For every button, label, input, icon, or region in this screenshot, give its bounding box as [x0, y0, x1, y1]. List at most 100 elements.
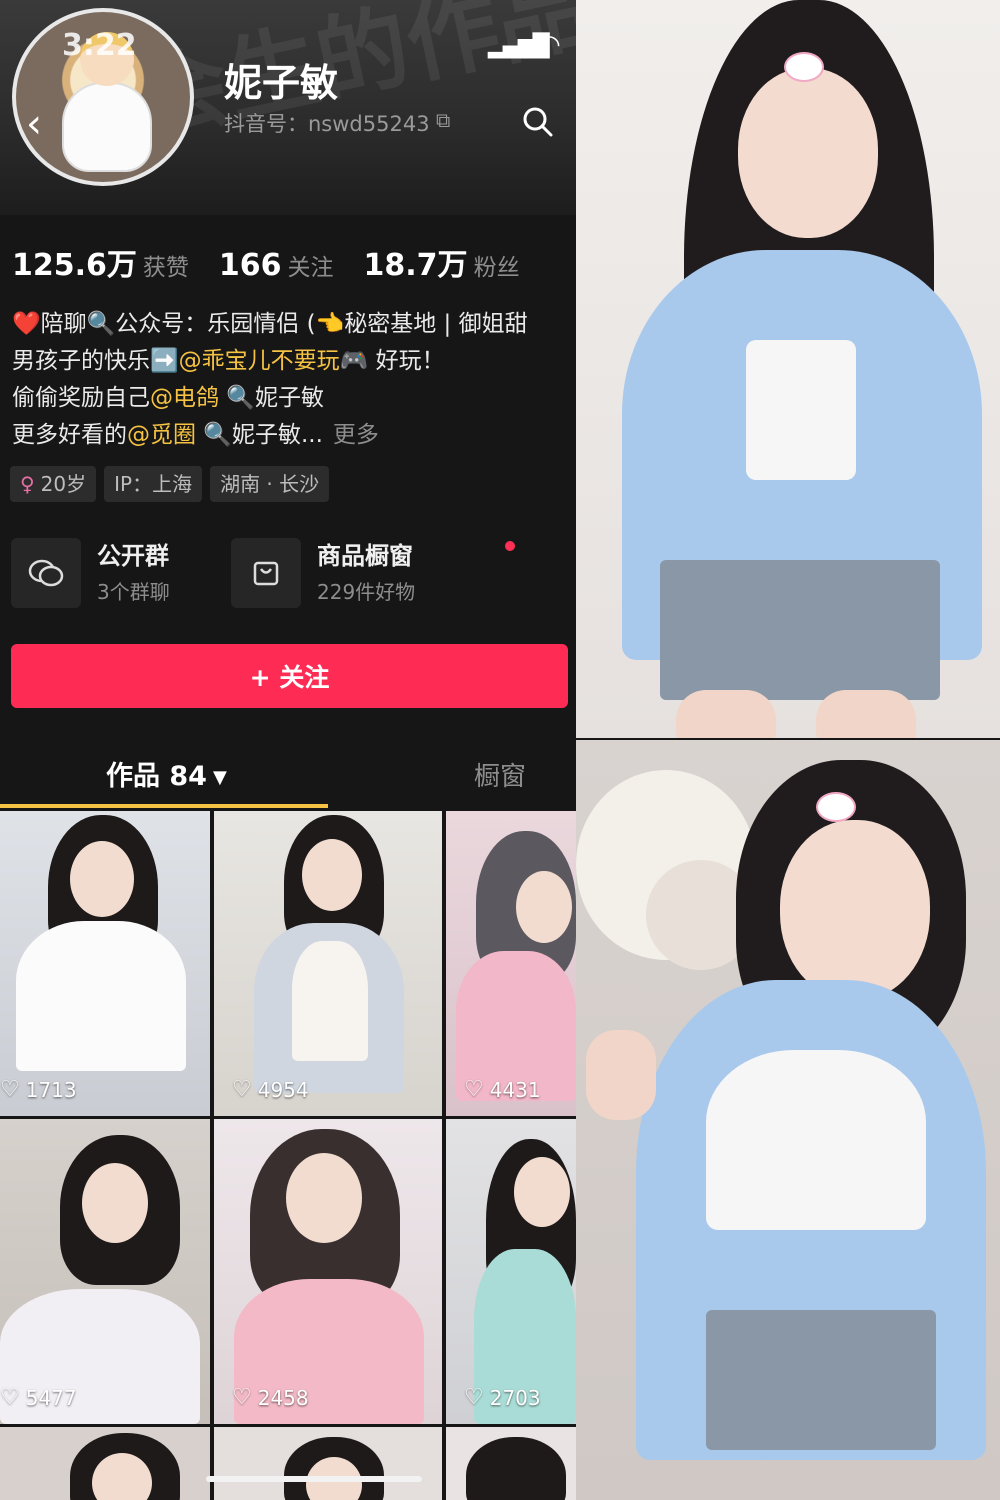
tab-active-indicator [0, 804, 328, 808]
wifi-icon: ◠ [538, 30, 561, 60]
thumbnail-figure [82, 1163, 148, 1243]
video-thumbnail[interactable]: ♡ 1713 [0, 811, 210, 1116]
photo-bottom [576, 740, 1000, 1500]
bio-line-1: ❤️陪聊🔍公众号：乐园情侣 (👈秘密基地 | 御姐甜 [12, 311, 528, 337]
heart-icon: ♡ [464, 1385, 484, 1410]
group-chat-icon [11, 538, 81, 608]
tab-works-label: 作品 84 [106, 761, 207, 792]
shopping-bag-icon [231, 538, 301, 608]
video-thumbnail[interactable] [214, 1427, 442, 1500]
bio-line-3: 偷偷奖励自己@电鸽 🔍妮子敏 [12, 380, 576, 417]
photo-figure [660, 560, 940, 700]
video-thumbnail[interactable] [446, 1427, 576, 1500]
copy-icon[interactable]: ⧉ [436, 108, 450, 132]
profile-nickname: 妮子敏 [224, 61, 339, 105]
thumbnail-figure [286, 1153, 362, 1243]
bio-line-4-prefix: 更多好看的 [12, 422, 127, 448]
hair-clip-icon [784, 52, 824, 82]
video-grid: ♡ 1713 ♡ 4954 ♡ 4431 ♡ 5477 ♡ 2458 ♡ 270… [0, 811, 576, 1500]
video-likes: ♡ 5477 [0, 1385, 77, 1410]
bio-more-link[interactable]: 更多 [333, 422, 379, 448]
shop-window-card[interactable]: 商品橱窗 229件好物 [231, 538, 515, 608]
video-likes: ♡ 2703 [464, 1385, 541, 1410]
back-icon[interactable]: ‹ [26, 104, 42, 144]
thumbnail-figure [302, 839, 362, 911]
tab-works[interactable]: 作品 84 ▼ [106, 754, 227, 793]
group-chat-count: 3个群聊 [97, 580, 170, 604]
video-thumbnail[interactable]: ♡ 2703 [446, 1119, 576, 1424]
tag-age-text: 20岁 [40, 472, 87, 496]
bio-line-4-suffix: 🔍妮子敏... [196, 422, 323, 448]
follow-button[interactable]: + 关注 [11, 644, 568, 708]
heart-icon: ♡ [232, 1385, 252, 1410]
home-indicator[interactable] [206, 1476, 422, 1482]
stat-likes[interactable]: 125.6万 获赞 [12, 240, 189, 284]
profile-screen: 是会生的作品 3:22 ‹ ▂▄▆█ ◠ 妮子敏 抖音号：nswd55243 ⧉… [0, 0, 576, 1500]
profile-stats: 125.6万 获赞 166 关注 18.7万 粉丝 [12, 240, 520, 284]
stat-followers-value: 18.7万 [363, 248, 468, 283]
video-thumbnail[interactable]: ♡ 2458 [214, 1119, 442, 1424]
bio-mention-link[interactable]: @觅圈 [127, 422, 196, 448]
shop-window-title: 商品橱窗 [317, 542, 413, 570]
video-thumbnail[interactable]: ♡ 4431 [446, 811, 576, 1116]
photo-figure [676, 690, 776, 738]
profile-bio[interactable]: ❤️陪聊🔍公众号：乐园情侣 (👈秘密基地 | 御姐甜 男孩子的快乐➡️@乖宝儿不… [12, 306, 576, 454]
stat-followers-label: 粉丝 [473, 255, 520, 281]
stat-likes-label: 获赞 [142, 255, 189, 281]
shop-window-count: 229件好物 [317, 580, 416, 604]
bio-line-4: 更多好看的@觅圈 🔍妮子敏... 更多 [12, 417, 576, 454]
video-likes: ♡ 1713 [0, 1077, 77, 1102]
video-thumbnail[interactable]: ♡ 5477 [0, 1119, 210, 1424]
video-likes: ♡ 2458 [232, 1385, 309, 1410]
photo-figure [706, 1050, 926, 1230]
tag-age: ♀ 20岁 [10, 466, 97, 502]
content-tabs: 作品 84 ▼ 橱窗 [0, 740, 576, 810]
group-chat-card[interactable]: 公开群 3个群聊 [11, 538, 170, 608]
tab-shop-window[interactable]: 橱窗 [474, 756, 526, 793]
thumbnail-figure [16, 921, 186, 1071]
heart-icon: ♡ [0, 1385, 20, 1410]
status-bar-time: 3:22 [62, 28, 137, 63]
photo-figure [746, 340, 856, 480]
bio-line-3-suffix: 🔍妮子敏 [219, 385, 324, 411]
heart-icon: ♡ [0, 1077, 20, 1102]
group-chat-title: 公开群 [97, 542, 169, 570]
photo-figure [816, 690, 916, 738]
caret-down-icon: ▼ [212, 767, 227, 788]
bio-line-2-suffix: 好玩！ [368, 348, 445, 374]
avatar-illustration-dress [62, 82, 152, 172]
video-likes-count: 4954 [257, 1077, 309, 1102]
tag-ip: IP：上海 [104, 466, 203, 502]
heart-icon: ♡ [232, 1077, 252, 1102]
photo-figure [780, 820, 930, 1000]
thumbnail-figure [514, 1157, 570, 1227]
video-likes-count: 2458 [257, 1385, 309, 1410]
stat-following-label: 关注 [287, 255, 334, 281]
video-thumbnail[interactable]: ♡ 4954 [214, 811, 442, 1116]
bio-mention-link[interactable]: @乖宝儿不要玩🎮 [179, 348, 369, 374]
bio-line-2-prefix: 男孩子的快乐➡️ [12, 348, 179, 374]
thumbnail-figure [466, 1437, 566, 1500]
photo-figure [706, 1310, 936, 1450]
thumbnail-figure [516, 871, 572, 943]
stat-followers[interactable]: 18.7万 粉丝 [364, 240, 520, 284]
bio-line-3-prefix: 偷偷奖励自己 [12, 385, 150, 411]
photo-figure [738, 68, 878, 238]
video-likes-count: 4431 [489, 1077, 541, 1102]
stat-likes-value: 125.6万 [12, 248, 137, 283]
video-thumbnail[interactable] [0, 1427, 210, 1500]
video-likes: ♡ 4954 [232, 1077, 309, 1102]
photo-figure [586, 1030, 656, 1120]
profile-tags: ♀ 20岁 IP：上海 湖南 · 长沙 [10, 466, 330, 502]
tag-location: 湖南 · 长沙 [210, 466, 330, 502]
stat-following[interactable]: 166 关注 [219, 248, 334, 283]
thumbnail-figure [70, 841, 134, 917]
video-likes: ♡ 4431 [464, 1077, 541, 1102]
video-likes-count: 1713 [25, 1077, 77, 1102]
search-icon[interactable] [520, 104, 556, 140]
bio-mention-link[interactable]: @电鸽 [150, 385, 219, 411]
heart-icon: ♡ [464, 1077, 484, 1102]
photo-top [576, 0, 1000, 738]
video-likes-count: 5477 [25, 1385, 77, 1410]
video-likes-count: 2703 [489, 1385, 541, 1410]
